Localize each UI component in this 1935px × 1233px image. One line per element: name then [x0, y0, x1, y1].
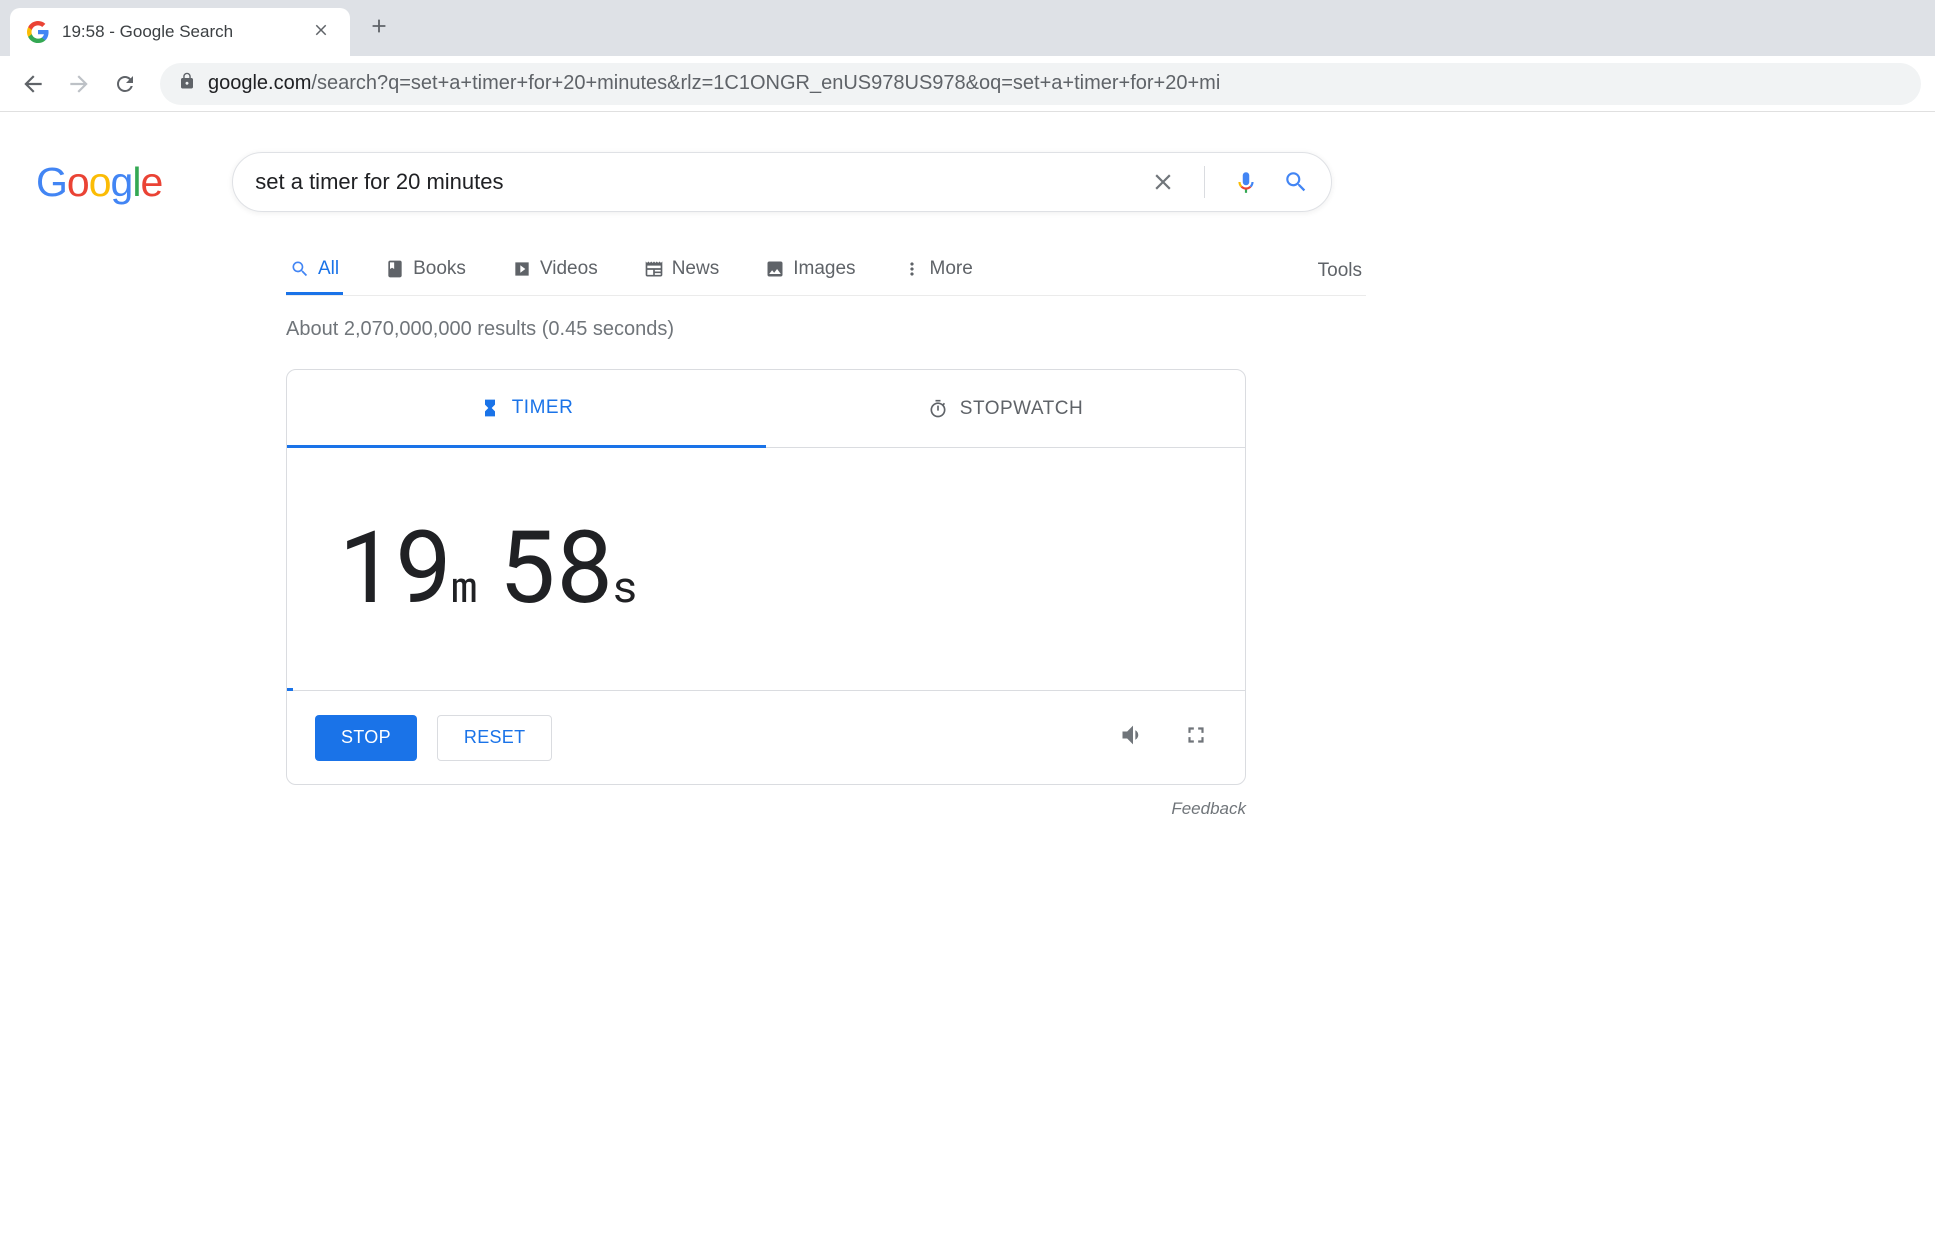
- google-search-page: Google All Books: [0, 112, 1935, 819]
- tab-books-label: Books: [413, 258, 466, 280]
- tab-videos-label: Videos: [540, 258, 598, 280]
- search-input[interactable]: [255, 169, 1150, 195]
- tools-button[interactable]: Tools: [1314, 248, 1366, 294]
- timer-display[interactable]: 19m 58s: [287, 448, 1245, 691]
- reset-button[interactable]: RESET: [437, 715, 553, 761]
- browser-chrome: 19:58 - Google Search google.com/search?…: [0, 0, 1935, 112]
- tab-all[interactable]: All: [286, 246, 343, 295]
- voice-search-icon[interactable]: [1233, 169, 1259, 195]
- stop-button[interactable]: STOP: [315, 715, 417, 761]
- tab-images[interactable]: Images: [761, 246, 859, 295]
- lock-icon: [178, 72, 196, 95]
- timer-minutes: 19: [337, 498, 449, 630]
- browser-tab[interactable]: 19:58 - Google Search: [10, 8, 350, 56]
- feedback-link[interactable]: Feedback: [286, 799, 1246, 819]
- tab-more-label: More: [930, 258, 973, 280]
- tab-news-label: News: [672, 258, 720, 280]
- tab-bar: 19:58 - Google Search: [0, 0, 1935, 56]
- tab-news[interactable]: News: [640, 246, 724, 295]
- google-logo[interactable]: Google: [36, 159, 162, 206]
- tab-books[interactable]: Books: [381, 246, 470, 295]
- sound-icon[interactable]: [1111, 713, 1155, 762]
- timer-tab-timer-label: TIMER: [512, 397, 574, 419]
- tab-title-text: 19:58 - Google Search: [62, 22, 296, 42]
- timer-progress-bar: [287, 688, 293, 691]
- timer-tab-timer[interactable]: TIMER: [287, 370, 766, 448]
- timer-seconds: 58: [497, 498, 609, 630]
- address-bar[interactable]: google.com/search?q=set+a+timer+for+20+m…: [160, 63, 1921, 105]
- divider: [1204, 166, 1205, 198]
- fullscreen-icon[interactable]: [1175, 714, 1217, 761]
- timer-seconds-unit: s: [611, 556, 633, 614]
- new-tab-icon[interactable]: [368, 15, 390, 42]
- results-count: About 2,070,000,000 results (0.45 second…: [286, 318, 1935, 341]
- browser-toolbar: google.com/search?q=set+a+timer+for+20+m…: [0, 56, 1935, 112]
- timer-minutes-unit: m: [451, 556, 473, 614]
- google-favicon-icon: [26, 20, 50, 44]
- tab-more[interactable]: More: [898, 246, 977, 295]
- search-box[interactable]: [232, 152, 1332, 212]
- back-icon[interactable]: [14, 65, 52, 103]
- reload-icon[interactable]: [106, 65, 144, 103]
- timer-widget: TIMER STOPWATCH 19m 58s STOP RESET: [286, 369, 1246, 785]
- tab-close-icon[interactable]: [308, 17, 334, 48]
- forward-icon: [60, 65, 98, 103]
- timer-tab-stopwatch[interactable]: STOPWATCH: [766, 370, 1245, 448]
- tab-images-label: Images: [793, 258, 855, 280]
- url-text: google.com/search?q=set+a+timer+for+20+m…: [208, 72, 1220, 95]
- clear-icon[interactable]: [1150, 169, 1176, 195]
- tab-all-label: All: [318, 258, 339, 280]
- tab-videos[interactable]: Videos: [508, 246, 602, 295]
- result-type-tabs: All Books Videos News Images More Tools: [286, 246, 1366, 296]
- search-icon[interactable]: [1283, 169, 1309, 195]
- timer-tab-stopwatch-label: STOPWATCH: [960, 398, 1083, 420]
- timer-controls: STOP RESET: [287, 691, 1245, 784]
